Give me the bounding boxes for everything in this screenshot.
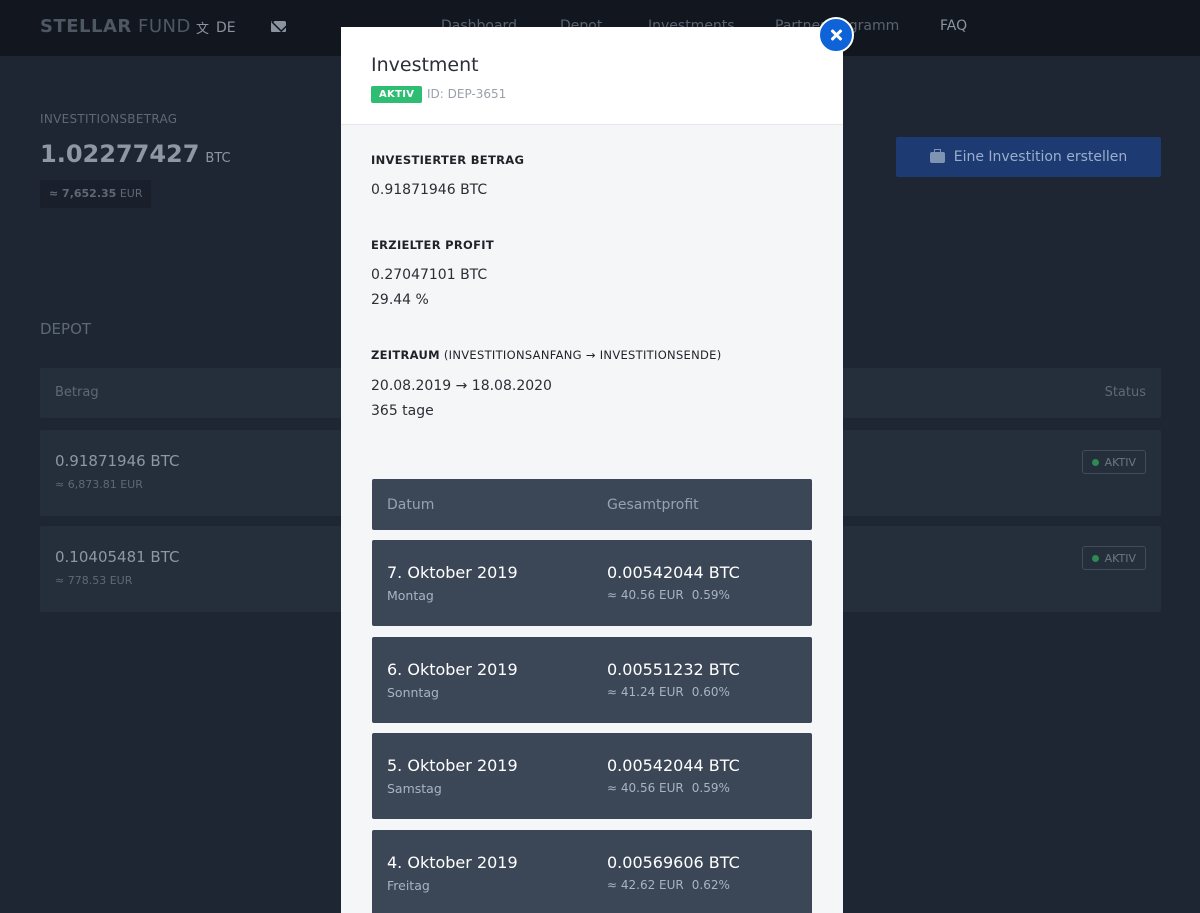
status-badge: AKTIV (371, 86, 423, 103)
translate-icon: 文 (196, 22, 210, 37)
table-row: 5. Oktober 2019 Samstag 0.00542044 BTC ≈… (372, 733, 812, 819)
language-switcher[interactable]: 文 DE (196, 18, 236, 38)
invested-amount-label: INVESTIERTER BETRAG (371, 153, 525, 167)
col-date: Datum (387, 497, 435, 513)
depot-title: DEPOT (40, 320, 92, 338)
investment-amount-label: INVESTITIONSBETRAG (40, 112, 178, 126)
period-label: ZEITRAUM (INVESTITIONSANFANG → INVESTITI… (371, 348, 722, 362)
table-row: 6. Oktober 2019 Sonntag 0.00551232 BTC ≈… (372, 637, 812, 723)
table-row: 4. Oktober 2019 Freitag 0.00569606 BTC ≈… (372, 830, 812, 913)
profit-table-header: Datum Gesamtprofit (372, 479, 812, 530)
modal-title: Investment (371, 54, 479, 76)
status-badge: AKTIV (1081, 546, 1146, 570)
period-dates: 20.08.2019 → 18.08.2020 (371, 378, 552, 394)
period-days: 365 tage (371, 403, 434, 419)
col-total-profit: Gesamtprofit (607, 497, 699, 513)
nav-faq[interactable]: FAQ (940, 18, 967, 34)
language-label: DE (216, 19, 236, 36)
depot-col-status: Status (1104, 385, 1146, 400)
profit-label: ERZIELTER PROFIT (371, 238, 495, 252)
investment-amount: 1.02277427 BTC (40, 140, 231, 168)
status-dot-icon (1091, 554, 1099, 562)
investment-id: ID: DEP-3651 (427, 87, 507, 101)
profit-percent-value: 29.44 % (371, 292, 429, 308)
status-dot-icon (1091, 458, 1099, 466)
create-investment-button[interactable]: Eine Investition erstellen (896, 137, 1161, 177)
close-modal-button[interactable] (818, 17, 854, 53)
status-badge: AKTIV (1081, 450, 1146, 474)
close-icon (830, 29, 842, 41)
depot-col-amount: Betrag (55, 385, 99, 400)
table-row: 7. Oktober 2019 Montag 0.00542044 BTC ≈ … (372, 540, 812, 626)
profit-btc-value: 0.27047101 BTC (371, 267, 488, 283)
briefcase-icon (929, 148, 945, 163)
invested-amount-value: 0.91871946 BTC (371, 182, 488, 198)
modal-header: Investment AKTIV ID: DEP-3651 (341, 27, 843, 125)
investment-eur-value: ≈ 7,652.35 EUR (40, 180, 152, 208)
investment-modal: Investment AKTIV ID: DEP-3651 INVESTIERT… (341, 27, 843, 913)
brand-logo[interactable]: STELLAR FUND (40, 16, 191, 37)
envelope-icon[interactable] (271, 21, 286, 32)
